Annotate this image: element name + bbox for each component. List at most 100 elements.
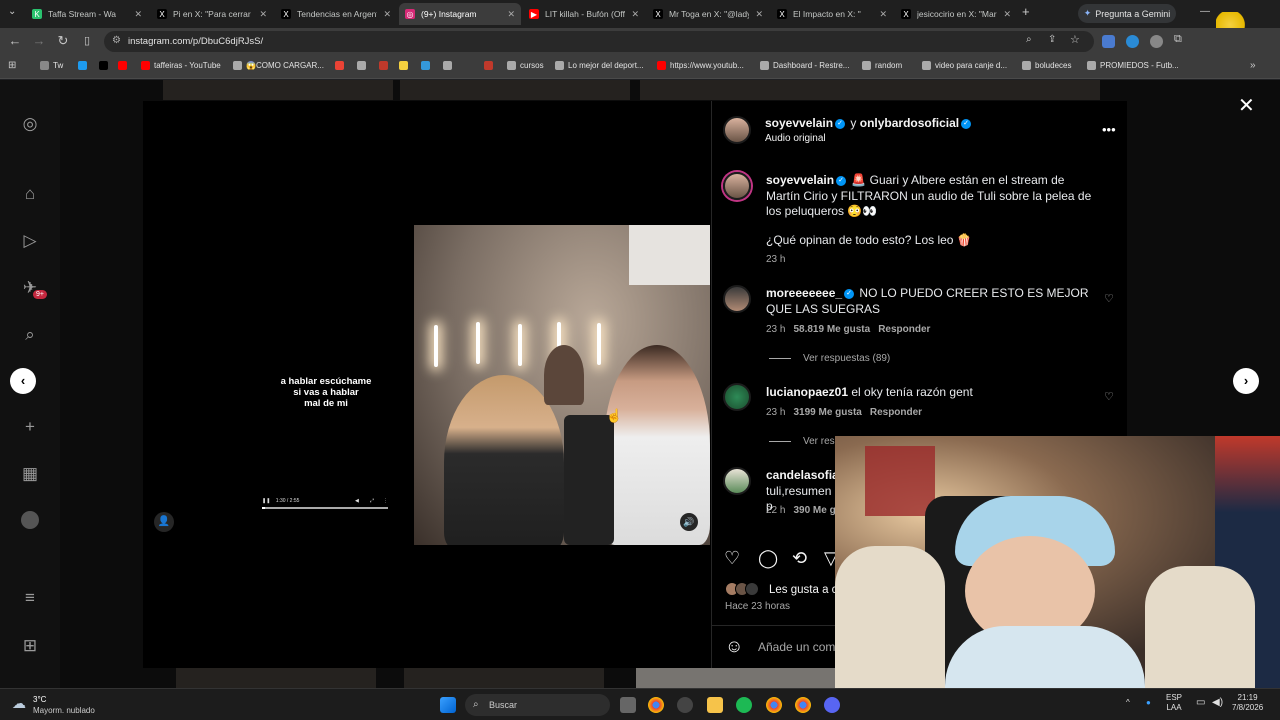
mute-button[interactable]: 🔊	[680, 513, 698, 531]
more-options-icon[interactable]: •••	[1102, 122, 1116, 137]
translate-extension-icon[interactable]	[1102, 35, 1115, 48]
chrome-icon[interactable]	[795, 697, 811, 713]
bookmark-item[interactable]: Tw	[40, 61, 63, 70]
tray-overflow-icon[interactable]: ^	[1126, 698, 1130, 708]
caption-avatar[interactable]	[723, 172, 751, 200]
comment-icon[interactable]: ◯	[758, 548, 778, 569]
weather-icon[interactable]: ☁	[12, 695, 26, 712]
new-tab-button[interactable]: +	[1022, 4, 1030, 19]
close-tab-icon[interactable]: ✕	[879, 9, 887, 20]
more-options-icon[interactable]: ⋮	[383, 498, 388, 504]
task-view-icon[interactable]	[620, 697, 636, 713]
bookmark-star-icon[interactable]: ☆	[1070, 33, 1080, 46]
comment-likes[interactable]: 3199 Me gusta	[793, 407, 861, 418]
tab-search-icon[interactable]: ⌄	[8, 6, 16, 17]
url-field[interactable]: ⚙ instagram.com/p/DbuC6djRJsS/	[104, 31, 1094, 52]
bookmark-item[interactable]: random	[862, 61, 902, 70]
apps-grid-icon[interactable]: ⊞	[8, 60, 16, 71]
comment-avatar[interactable]	[723, 285, 751, 313]
comment-likes[interactable]: 58.819 Me gusta	[793, 324, 870, 335]
author-username[interactable]: soyevvelain	[765, 116, 833, 130]
gemini-button[interactable]: ✦ Pregunta a Gemini	[1078, 4, 1176, 23]
home-icon[interactable]: ⌂	[20, 184, 40, 204]
play-icon[interactable]: ❚❚	[262, 498, 270, 504]
weather-temp[interactable]: 3°C	[33, 695, 46, 704]
like-comment-icon[interactable]: ♡	[1104, 390, 1114, 403]
bookmark-item[interactable]	[357, 61, 366, 70]
extension-icon[interactable]	[1150, 35, 1163, 48]
bookmark-item[interactable]	[335, 61, 344, 70]
language-indicator[interactable]: ESP LAA	[1166, 693, 1182, 713]
file-explorer-icon[interactable]	[707, 697, 723, 713]
browser-tab[interactable]: X El Impacto en X: " ✕	[771, 3, 893, 25]
bookmark-item[interactable]	[379, 61, 388, 70]
comment-username[interactable]: lucianopaez01	[766, 385, 848, 399]
browser-tab[interactable]: ◎ (9+) Instagram ✕	[399, 3, 521, 25]
start-icon[interactable]	[440, 697, 456, 713]
previous-post-button[interactable]: ‹	[10, 368, 36, 394]
zoom-icon[interactable]: ⌕	[1026, 34, 1032, 45]
side-panel-icon[interactable]: ▯	[79, 34, 95, 47]
reply-button[interactable]: Responder	[878, 324, 930, 335]
create-icon[interactable]: +	[20, 417, 40, 437]
tray-app-icon[interactable]: ●	[1146, 698, 1151, 708]
chrome-icon[interactable]	[766, 697, 782, 713]
bookmark-item[interactable]	[99, 61, 108, 70]
bookmark-item[interactable]	[78, 61, 87, 70]
search-icon[interactable]: ⌕	[20, 325, 40, 345]
minimize-icon[interactable]: —	[1200, 6, 1210, 17]
bookmark-item[interactable]: Lo mejor del deport...	[555, 61, 644, 70]
caption-username[interactable]: soyevvelain	[766, 173, 834, 187]
close-tab-icon[interactable]: ✕	[134, 9, 142, 20]
close-tab-icon[interactable]: ✕	[507, 9, 515, 20]
close-tab-icon[interactable]: ✕	[631, 9, 639, 20]
extension-icon[interactable]	[1126, 35, 1139, 48]
bookmark-item[interactable]: PROMIEDOS - Futb...	[1087, 61, 1179, 70]
volume-icon[interactable]: ◀	[355, 498, 359, 504]
also-from-meta-icon[interactable]: ⊞	[20, 636, 40, 656]
volume-icon[interactable]: ◀)	[1212, 698, 1223, 708]
comment-avatar[interactable]	[723, 383, 751, 411]
bookmark-item[interactable]: https://www.youtub...	[657, 61, 744, 70]
like-comment-icon[interactable]: ♡	[1104, 292, 1114, 305]
comment-likes[interactable]: 390 Me g	[793, 505, 835, 516]
liked-by-text[interactable]: Les gusta a c	[769, 584, 837, 596]
audio-label[interactable]: Audio original	[765, 133, 826, 144]
bookmark-item[interactable]	[484, 61, 493, 70]
discord-icon[interactable]	[824, 697, 840, 713]
taskbar-search[interactable]: ⌕ Buscar	[465, 694, 610, 716]
browser-tab[interactable]: X Pi en X: "Para cerrar d ✕	[151, 3, 273, 25]
more-bookmarks-icon[interactable]: »	[1250, 60, 1256, 71]
emoji-picker-icon[interactable]: ☺	[725, 636, 743, 657]
bookmark-item[interactable]: cursos	[507, 61, 544, 70]
spotify-icon[interactable]	[736, 697, 752, 713]
network-icon[interactable]: ▭	[1196, 698, 1205, 708]
fullscreen-icon[interactable]: ⤢	[370, 498, 374, 504]
more-menu-icon[interactable]: ≡	[20, 588, 40, 608]
close-tab-icon[interactable]: ✕	[1003, 9, 1011, 20]
instagram-logo-icon[interactable]: ◎	[20, 114, 40, 134]
chrome-icon[interactable]	[648, 697, 664, 713]
reels-icon[interactable]: ▷	[20, 231, 40, 251]
browser-tab[interactable]: ▶ LIT killah - Bufón (Off ✕	[523, 3, 645, 25]
dashboard-icon[interactable]: ▦	[20, 464, 40, 484]
browser-tab[interactable]: K Taffa Stream - Wa ✕	[26, 3, 148, 25]
bookmark-item[interactable]	[443, 61, 452, 70]
next-post-button[interactable]: ›	[1233, 368, 1259, 394]
close-icon[interactable]: ✕	[1238, 93, 1255, 118]
view-replies-button[interactable]: Ver resp	[769, 436, 840, 447]
view-replies-button[interactable]: Ver respuestas (89)	[769, 353, 890, 364]
close-tab-icon[interactable]: ✕	[259, 9, 267, 20]
extensions-puzzle-icon[interactable]: ⧉	[1174, 33, 1182, 46]
author-avatar[interactable]	[723, 116, 751, 144]
close-tab-icon[interactable]: ✕	[383, 9, 391, 20]
weather-desc[interactable]: Mayorm. nublado	[33, 706, 95, 715]
bookmark-item[interactable]: 😱COMO CARGAR...	[233, 61, 324, 70]
browser-tab[interactable]: X Tendencias en Argent ✕	[275, 3, 397, 25]
clock[interactable]: 21:19 7/8/2026	[1232, 693, 1263, 713]
app-icon[interactable]	[677, 697, 693, 713]
collab-username[interactable]: onlybardosoficial	[860, 116, 959, 130]
browser-tab[interactable]: Xjesicocirio en X: "Mar ✕	[895, 3, 1017, 25]
comment-username[interactable]: moreeeeeee_	[766, 286, 842, 300]
repost-icon[interactable]: ⟲	[792, 548, 807, 569]
